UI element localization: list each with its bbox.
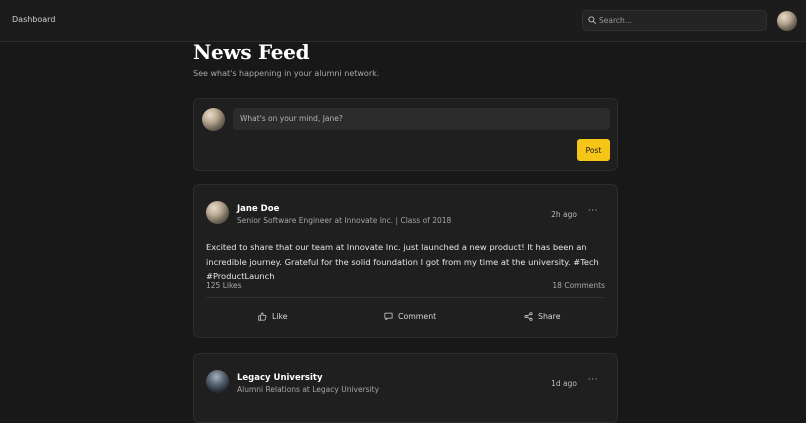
thumbs-up-icon bbox=[258, 311, 267, 321]
author-subtitle: Senior Software Engineer at Innovate Inc… bbox=[237, 216, 452, 225]
composer-avatar bbox=[202, 108, 225, 131]
comment-button[interactable]: Comment bbox=[384, 309, 436, 323]
page-subtitle: See what's happening in your alumni netw… bbox=[193, 69, 380, 78]
share-button[interactable]: Share bbox=[524, 309, 561, 323]
search-icon bbox=[588, 16, 596, 24]
author-avatar[interactable] bbox=[206, 201, 229, 224]
comment-icon bbox=[384, 312, 393, 320]
dashboard-link[interactable]: Dashboard bbox=[12, 15, 55, 24]
post-composer: Post bbox=[193, 98, 618, 171]
like-label: Like bbox=[272, 311, 288, 321]
share-icon bbox=[524, 311, 533, 321]
divider bbox=[206, 297, 605, 298]
post-time: 2h ago bbox=[551, 210, 577, 219]
comment-label: Comment bbox=[398, 311, 437, 321]
page-title: News Feed bbox=[193, 40, 310, 64]
more-icon[interactable]: ··· bbox=[588, 375, 598, 385]
search-input[interactable] bbox=[599, 13, 759, 28]
share-label: Share bbox=[538, 311, 561, 321]
top-navbar: Dashboard bbox=[0, 0, 806, 42]
post-button[interactable]: Post bbox=[577, 139, 610, 161]
author-name[interactable]: Jane Doe bbox=[237, 204, 279, 214]
composer-input[interactable] bbox=[233, 108, 610, 130]
search-box[interactable] bbox=[582, 10, 767, 31]
author-name[interactable]: Legacy University bbox=[237, 373, 322, 383]
comments-count[interactable]: 18 Comments bbox=[552, 281, 605, 290]
post-body: Excited to share that our team at Innova… bbox=[206, 242, 599, 281]
post-card: Jane Doe Senior Software Engineer at Inn… bbox=[193, 184, 618, 338]
author-subtitle: Alumni Relations at Legacy University bbox=[237, 385, 380, 394]
likes-count[interactable]: 125 Likes bbox=[206, 281, 242, 290]
user-avatar[interactable] bbox=[777, 11, 797, 31]
more-icon[interactable]: ··· bbox=[588, 206, 598, 216]
like-button[interactable]: Like bbox=[258, 309, 288, 323]
post-time: 1d ago bbox=[551, 379, 577, 388]
post-card: Legacy University Alumni Relations at Le… bbox=[193, 353, 618, 423]
author-avatar[interactable] bbox=[206, 370, 229, 393]
